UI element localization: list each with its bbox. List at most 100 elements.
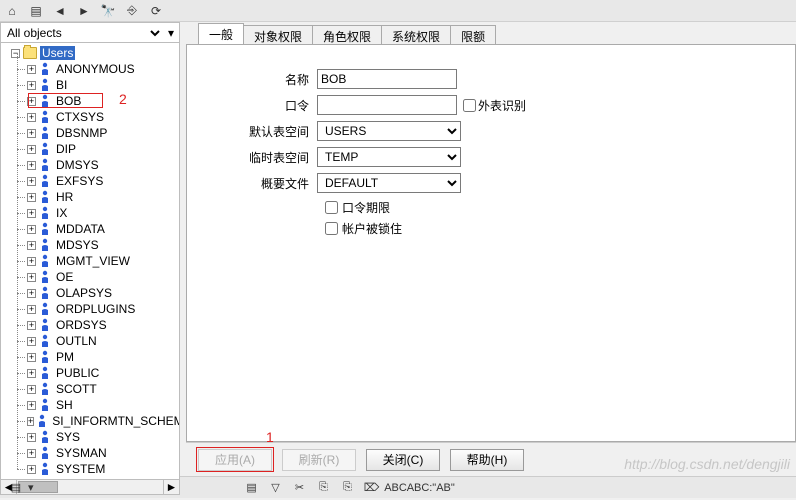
tree-item-bob[interactable]: +BOB [3,93,177,109]
expand-icon[interactable]: + [27,113,36,122]
expand-icon[interactable]: + [27,417,34,426]
expand-icon[interactable]: + [27,337,36,346]
dropdown-icon[interactable]: ▾ [28,481,34,494]
tree-item-scott[interactable]: +SCOTT [3,381,177,397]
expand-icon[interactable]: + [27,129,36,138]
user-icon [39,270,51,284]
expand-icon[interactable]: + [27,81,36,90]
tree-item-label: DMSYS [54,158,101,172]
tool-icon-0[interactable]: ▤ [244,480,260,496]
expand-icon[interactable]: + [27,241,36,250]
expand-icon[interactable]: + [27,305,36,314]
book-icon[interactable]: ▤ [28,3,44,19]
default-ts-select[interactable]: USERS [317,121,461,141]
tool-icon-7[interactable]: ABC: [412,480,428,496]
tree-item-oe[interactable]: +OE [3,269,177,285]
tree-item-dmsys[interactable]: + DMSYS [3,157,177,173]
user-icon [39,174,51,188]
locked-checkbox[interactable] [325,222,338,235]
expand-icon[interactable]: + [27,353,36,362]
tree-item-system[interactable]: +SYSTEM [3,461,177,477]
expand-icon[interactable]: + [27,369,36,378]
tree-item-si_informtn_schem[interactable]: +SI_INFORMTN_SCHEM [3,413,177,429]
expand-icon[interactable]: + [27,257,36,266]
tree-item-dbsnmp[interactable]: +DBSNMP [3,125,177,141]
collapse-icon[interactable]: − [11,49,20,58]
tool-icon-5[interactable]: ⌦ [364,480,380,496]
back-icon[interactable]: ◄ [52,3,68,19]
link-icon[interactable]: ⎆ [124,3,140,19]
expand-icon[interactable]: + [27,321,36,330]
tree-item-pm[interactable]: +PM [3,349,177,365]
user-icon [39,430,51,444]
name-field[interactable] [317,69,457,89]
apply-button[interactable]: 应用(A) [198,449,272,471]
tree-item-public[interactable]: +PUBLIC [3,365,177,381]
expand-icon[interactable]: + [27,225,36,234]
tabs: 一般对象权限角色权限系统权限限额 [186,22,796,44]
password-field[interactable] [317,95,457,115]
tab-1[interactable]: 对象权限 [243,25,313,44]
expand-icon[interactable]: + [27,177,36,186]
tab-3[interactable]: 系统权限 [381,25,451,44]
expand-icon[interactable]: + [27,97,36,106]
tree-item-sys[interactable]: +SYS [3,429,177,445]
tree-item-sh[interactable]: +SH [3,397,177,413]
expand-icon[interactable]: + [27,289,36,298]
tree-item-mddata[interactable]: +MDDATA [3,221,177,237]
tree-item-dip[interactable]: +DIP [3,141,177,157]
help-button[interactable]: 帮助(H) [450,449,524,471]
tree-item-bi[interactable]: + BI [3,77,177,93]
tree-item-label: OLAPSYS [54,286,114,300]
forward-icon[interactable]: ► [76,3,92,19]
expand-icon[interactable]: + [27,193,36,202]
object-tree[interactable]: −Users+ANONYMOUS+BI+BOB+CTXSYS+DBSNMP+DI… [1,43,179,479]
expand-icon[interactable]: + [27,145,36,154]
expand-icon[interactable]: + [27,65,36,74]
profile-select[interactable]: DEFAULT [317,173,461,193]
tree-item-olapsys[interactable]: + OLAPSYS [3,285,177,301]
tree-item-ordsys[interactable]: +ORDSYS [3,317,177,333]
tree-item-ctxsys[interactable]: +CTXSYS [3,109,177,125]
tree-item-hr[interactable]: +HR [3,189,177,205]
tool-icon-4[interactable]: ⎘ [340,480,356,496]
tab-0[interactable]: 一般 [198,23,244,44]
refresh-button[interactable]: 刷新(R) [282,449,356,471]
panel-icon[interactable]: ▤ [8,480,24,496]
refresh-icon[interactable]: ⟳ [148,3,164,19]
tool-icon-8[interactable]: "AB" [436,480,452,496]
tree-item-exfsys[interactable]: +EXFSYS [3,173,177,189]
tree-item-sysman[interactable]: +SYSMAN [3,445,177,461]
tree-item-anonymous[interactable]: +ANONYMOUS [3,61,177,77]
tree-item-mgmt_view[interactable]: +MGMT_VIEW [3,253,177,269]
dropdown-icon[interactable]: ▾ [163,26,179,40]
tree-item-ix[interactable]: +IX [3,205,177,221]
binoculars-icon[interactable]: 🔭 [100,3,116,19]
expand-icon[interactable]: + [27,385,36,394]
expand-icon[interactable]: + [27,273,36,282]
pw-expire-checkbox[interactable] [325,201,338,214]
object-filter-select[interactable]: All objects [1,24,163,42]
expand-icon[interactable]: + [27,161,36,170]
tab-2[interactable]: 角色权限 [312,25,382,44]
tool-icon-6[interactable]: ABC [388,480,404,496]
tree-item-outln[interactable]: +OUTLN [3,333,177,349]
tab-4[interactable]: 限额 [450,25,496,44]
expand-icon[interactable]: + [27,209,36,218]
expand-icon[interactable]: + [27,433,36,442]
expand-icon[interactable]: + [27,401,36,410]
home-icon[interactable]: ⌂ [4,3,20,19]
tool-icon-2[interactable]: ✂ [292,480,308,496]
expand-icon[interactable]: + [27,465,36,474]
expand-icon[interactable]: + [27,449,36,458]
external-checkbox[interactable] [463,99,476,112]
close-button[interactable]: 关闭(C) [366,449,440,471]
temp-ts-select[interactable]: TEMP [317,147,461,167]
tool-icon-3[interactable]: ⎘ [316,480,332,496]
tool-icon-1[interactable]: ▽ [268,480,284,496]
tree-root-users[interactable]: −Users [3,45,177,61]
user-icon [39,126,51,140]
tree-item-label: BI [54,78,69,92]
tree-item-mdsys[interactable]: +MDSYS [3,237,177,253]
tree-item-ordplugins[interactable]: +ORDPLUGINS [3,301,177,317]
